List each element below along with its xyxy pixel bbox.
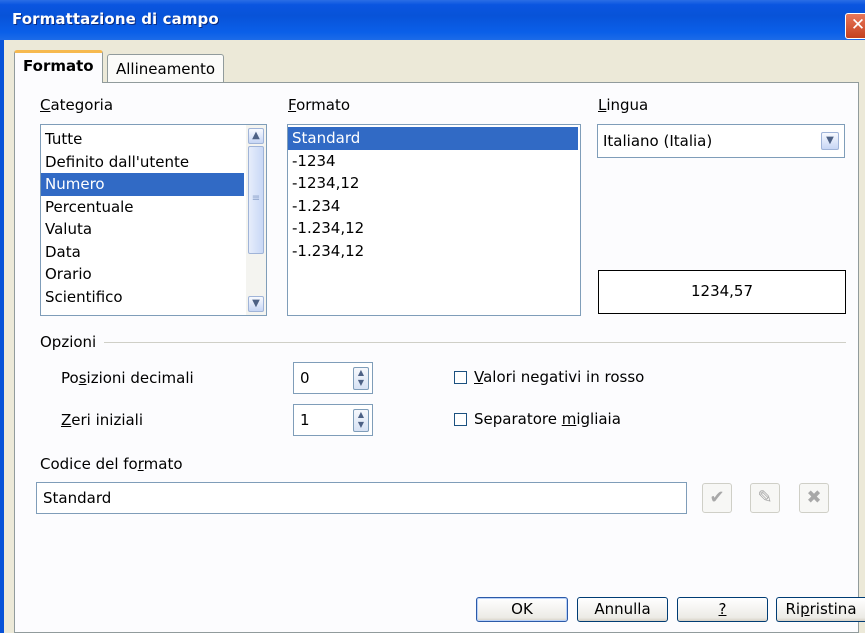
decimali-label: Posizioni decimali [61,369,194,387]
codice-label: Codice del formato [40,455,183,473]
categoria-listbox[interactable]: Tutte Definito dall'utente Numero Percen… [40,124,267,316]
annulla-button[interactable]: Annulla [577,597,668,622]
close-button[interactable]: ✕ [845,13,865,39]
window-border [0,40,4,633]
formato-label: Formato [288,96,351,114]
spin-arrows-icon[interactable]: ▲ ▼ [353,367,369,390]
separatore-checkbox[interactable] [454,413,467,426]
categoria-label: Categoria [40,96,114,114]
formato-item[interactable]: -1.234,12 [288,217,580,240]
lingua-label: Lingua [598,96,649,114]
edit-comment-icon[interactable]: ✎ [750,483,780,513]
codice-input[interactable] [36,482,687,514]
group-divider [104,342,846,343]
negativi-label: Valori negativi in rosso [474,368,645,386]
zeri-stepper[interactable]: 1 ▲ ▼ [293,404,373,436]
lingua-value: Italiano (Italia) [603,132,713,150]
formato-item[interactable]: -1.234,12 [288,240,580,263]
categoria-scrollbar[interactable]: ▲ ≡ ▼ [246,125,266,315]
delete-icon[interactable]: ✖ [799,483,829,513]
lingua-dropdown[interactable]: Italiano (Italia) ▼ [597,124,845,158]
negativi-checkbox[interactable] [454,371,467,384]
categoria-item[interactable]: Percentuale [41,196,244,219]
ripristina-button[interactable]: Ripristina [776,597,865,622]
scroll-down-icon[interactable]: ▼ [248,296,264,312]
tab-allineamento[interactable]: Allineamento [107,54,225,82]
decimali-stepper[interactable]: 0 ▲ ▼ [293,362,373,394]
scroll-thumb[interactable]: ≡ [248,146,264,254]
categoria-item[interactable]: Scientifico [41,286,244,309]
chevron-down-icon[interactable]: ▼ [821,132,839,150]
formato-item[interactable]: -1234 [288,150,580,173]
formato-listbox[interactable]: Standard -1234 -1234,12 -1.234 -1.234,12… [287,124,581,316]
categoria-item[interactable]: Valuta [41,218,244,241]
zeri-label: Zeri iniziali [61,411,144,429]
categoria-item[interactable]: Data [41,241,244,264]
decimali-value: 0 [300,369,310,387]
opzioni-label: Opzioni [40,333,97,351]
ok-button[interactable]: OK [476,597,568,622]
scroll-up-icon[interactable]: ▲ [248,128,264,144]
formato-item-selected[interactable]: Standard [288,127,578,150]
separatore-label: Separatore migliaia [474,410,621,428]
categoria-item[interactable]: Tutte [41,128,244,151]
categoria-item[interactable]: Orario [41,263,244,286]
format-preview: 1234,57 [598,270,846,314]
help-button[interactable]: ? [677,597,768,622]
accept-icon[interactable]: ✔ [702,483,732,513]
categoria-item[interactable]: Definito dall'utente [41,151,244,174]
formato-item[interactable]: -1.234 [288,195,580,218]
tab-formato[interactable]: Formato [14,50,103,83]
window-title: Formattazione di campo [12,10,219,28]
formato-item[interactable]: -1234,12 [288,172,580,195]
spin-arrows-icon[interactable]: ▲ ▼ [353,409,369,432]
close-icon: ✕ [850,15,865,35]
categoria-item-selected[interactable]: Numero [41,173,244,196]
zeri-value: 1 [300,411,310,429]
